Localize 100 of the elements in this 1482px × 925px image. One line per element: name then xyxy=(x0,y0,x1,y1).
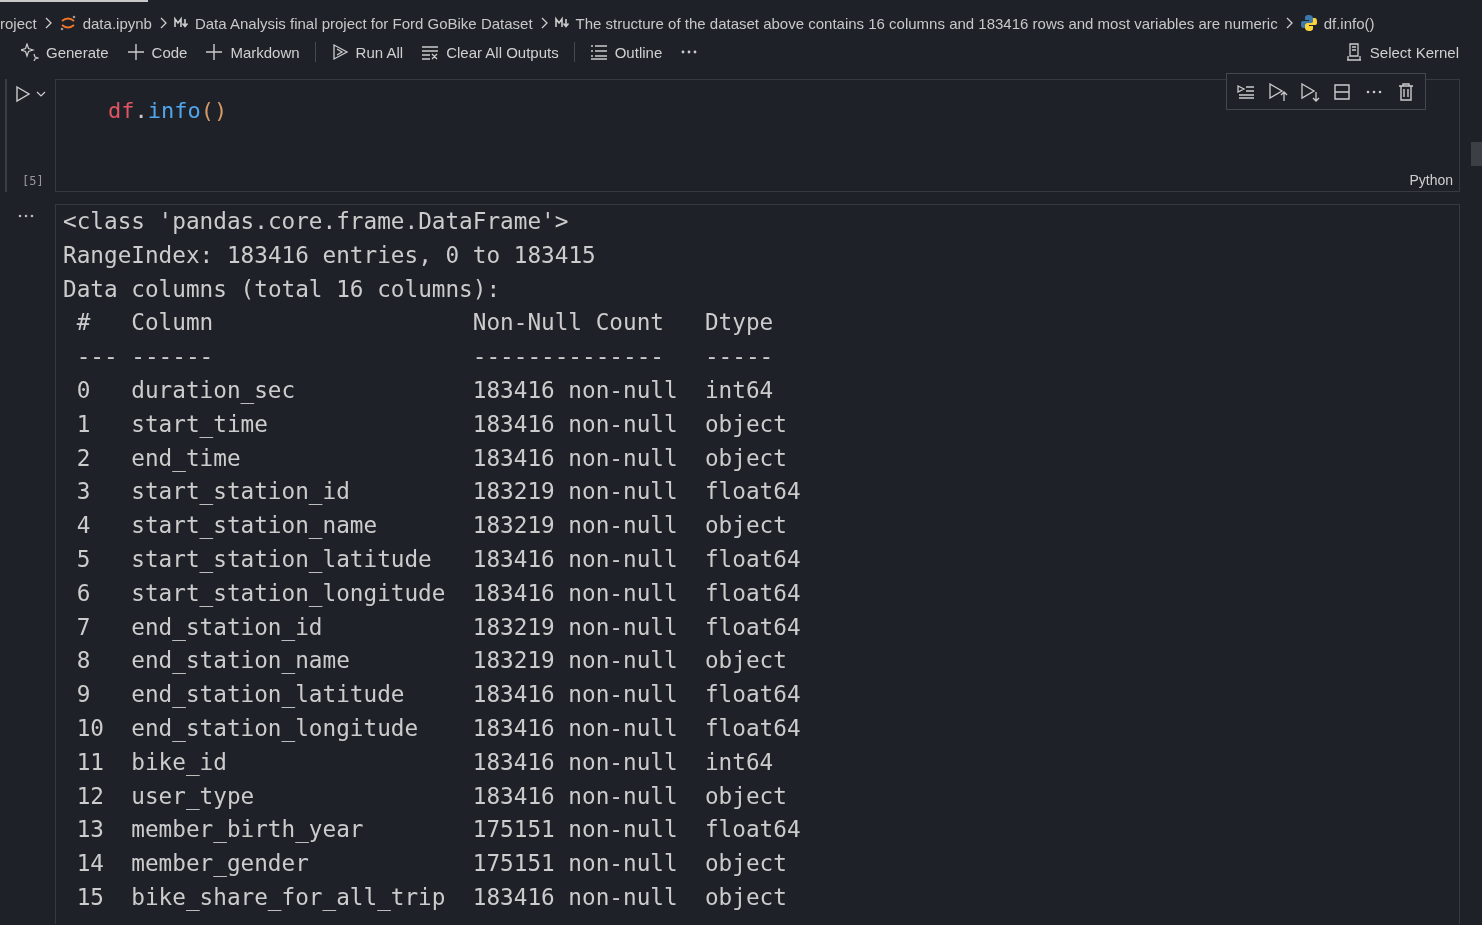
table-cell-text: 15 xyxy=(76,882,105,912)
table-cell-text: 14 xyxy=(76,849,105,879)
select-kernel-button[interactable]: Select Kernel xyxy=(1335,39,1468,65)
toolbar-button[interactable]: Outline xyxy=(580,39,672,65)
table-cell-text: 183416 non-null xyxy=(472,443,679,473)
table-cell-text: float64 xyxy=(704,477,801,507)
table-cell-text: float64 xyxy=(704,578,801,608)
rule-text: ----- xyxy=(704,342,775,372)
table-cell-text: object xyxy=(704,882,788,912)
table-cell-text: float64 xyxy=(704,815,801,845)
rule-text: ------ xyxy=(131,342,215,372)
table-cell-text: 1 xyxy=(76,409,92,439)
table-cell-text: bike_id xyxy=(131,747,228,778)
breadcrumb-item[interactable]: data.ipynb xyxy=(82,14,152,32)
table-cell-text: 12 xyxy=(76,781,105,811)
table-cell-text: 2 xyxy=(76,443,92,473)
run-above-icon[interactable] xyxy=(1267,80,1289,103)
output-line: <class 'pandas.core.frame.DataFrame'> xyxy=(63,207,569,236)
breadcrumb-item[interactable]: The structure of the dataset above contains 16 columns and 183416 rows and most variables are numeric xyxy=(575,14,1278,32)
table-cell-text: 183219 non-null xyxy=(472,511,679,541)
table-cell-text: float64 xyxy=(704,612,801,642)
table-cell-text: 183416 non-null xyxy=(472,747,679,777)
toolbar-button[interactable]: Markdown xyxy=(196,39,309,65)
table-cell-text: 183416 non-null xyxy=(472,781,679,811)
table-cell-text: object xyxy=(704,511,788,541)
table-cell-text: user_type xyxy=(131,781,256,812)
run-all-icon xyxy=(330,43,349,61)
column-header: Dtype xyxy=(704,308,775,338)
toolbar-button[interactable]: Run All xyxy=(321,39,413,65)
run-icon[interactable] xyxy=(14,85,32,103)
breadcrumb-item[interactable]: df.info() xyxy=(1323,14,1375,32)
output-line: RangeIndex: 183416 entries, 0 to 183415 xyxy=(63,240,596,270)
table-cell-text: 11 xyxy=(76,747,105,777)
table-cell-text: 6 xyxy=(76,578,92,608)
table-cell-text: 10 xyxy=(76,713,105,743)
table-cell-text: start_station_longitude xyxy=(131,578,447,609)
table-cell-text: 175151 non-null xyxy=(472,815,679,845)
table-cell-text: 183416 non-null xyxy=(472,409,679,439)
table-cell-text: object xyxy=(704,781,788,811)
sparkle-icon xyxy=(21,43,39,61)
clear-outputs-icon xyxy=(421,43,440,61)
table-cell-text: end_station_longitude xyxy=(131,713,420,744)
table-cell-text: start_station_id xyxy=(131,477,351,507)
table-cell-text: end_time xyxy=(131,443,242,474)
run-cell-button[interactable] xyxy=(14,85,46,103)
table-cell-text: object xyxy=(704,443,788,473)
table-cell-text: 5 xyxy=(76,544,92,574)
table-cell-text: member_birth_year xyxy=(131,815,365,845)
language-label[interactable]: Python xyxy=(1409,172,1453,188)
code-line: df.info() xyxy=(108,98,228,123)
breadcrumb-item[interactable]: Data Analysis final project for Ford GoBike Dataset xyxy=(194,14,533,32)
table-cell-text: object xyxy=(704,646,788,676)
table-cell-text: member_gender xyxy=(131,849,310,879)
run-below-icon[interactable] xyxy=(1299,80,1321,103)
toolbar-button[interactable]: Generate xyxy=(12,39,118,65)
code-editor[interactable]: df.info() Python xyxy=(55,79,1460,192)
table-cell-text: object xyxy=(704,409,788,439)
more-icon[interactable] xyxy=(18,214,34,218)
kernel-icon xyxy=(1344,43,1363,61)
table-cell-text: 4 xyxy=(76,511,92,541)
table-cell-text: start_station_latitude xyxy=(131,544,433,575)
table-cell-text: int64 xyxy=(704,376,775,405)
table-cell-text: float64 xyxy=(704,544,801,574)
table-cell-text: 183416 non-null xyxy=(472,376,679,405)
table-cell-text: 183416 non-null xyxy=(472,680,679,710)
table-cell-text: 183219 non-null xyxy=(472,646,679,676)
output-line: Data columns (total 16 columns): xyxy=(63,274,501,304)
table-cell-text: 9 xyxy=(76,680,92,710)
table-cell-text: duration_sec xyxy=(131,376,297,406)
table-cell-text: 183416 non-null xyxy=(472,544,679,574)
table-cell-text: end_station_latitude xyxy=(131,680,406,710)
table-cell-text: 183416 non-null xyxy=(472,882,679,912)
toolbar-button[interactable]: Clear All Outputs xyxy=(412,39,568,65)
column-header: Non-Null Count xyxy=(472,308,665,338)
table-cell-text: 175151 non-null xyxy=(472,849,679,879)
table-cell-text: 3 xyxy=(76,477,92,507)
table-cell-text: end_station_id xyxy=(131,612,324,643)
list-icon xyxy=(589,43,608,61)
table-cell-text: end_station_name xyxy=(131,646,351,676)
table-cell-text: 183219 non-null xyxy=(472,477,679,507)
toolbar-button[interactable]: Code xyxy=(117,39,197,65)
markdown-icon xyxy=(554,16,570,30)
breadcrumb-item[interactable]: roject xyxy=(0,14,37,32)
rule-text: --- xyxy=(76,342,119,372)
table-cell-text: float64 xyxy=(704,713,801,743)
column-header: # xyxy=(76,308,92,338)
scrollbar-thumb[interactable] xyxy=(1471,142,1482,166)
table-cell-text: int64 xyxy=(704,747,775,777)
table-cell-text: 183219 non-null xyxy=(472,612,679,642)
plus-icon xyxy=(205,43,224,61)
table-cell-text: 7 xyxy=(76,612,92,642)
notebook-icon xyxy=(58,14,77,32)
execution-count: [5] xyxy=(22,174,44,188)
table-cell-text: start_time xyxy=(131,409,269,440)
table-cell-text: bike_share_for_all_trip xyxy=(131,882,447,913)
caret-icon[interactable] xyxy=(36,90,46,98)
plus-icon xyxy=(126,43,145,61)
table-cell-text: 13 xyxy=(76,815,105,845)
table-cell-text: 183416 non-null xyxy=(472,713,679,743)
table-cell-text: float64 xyxy=(704,680,801,710)
